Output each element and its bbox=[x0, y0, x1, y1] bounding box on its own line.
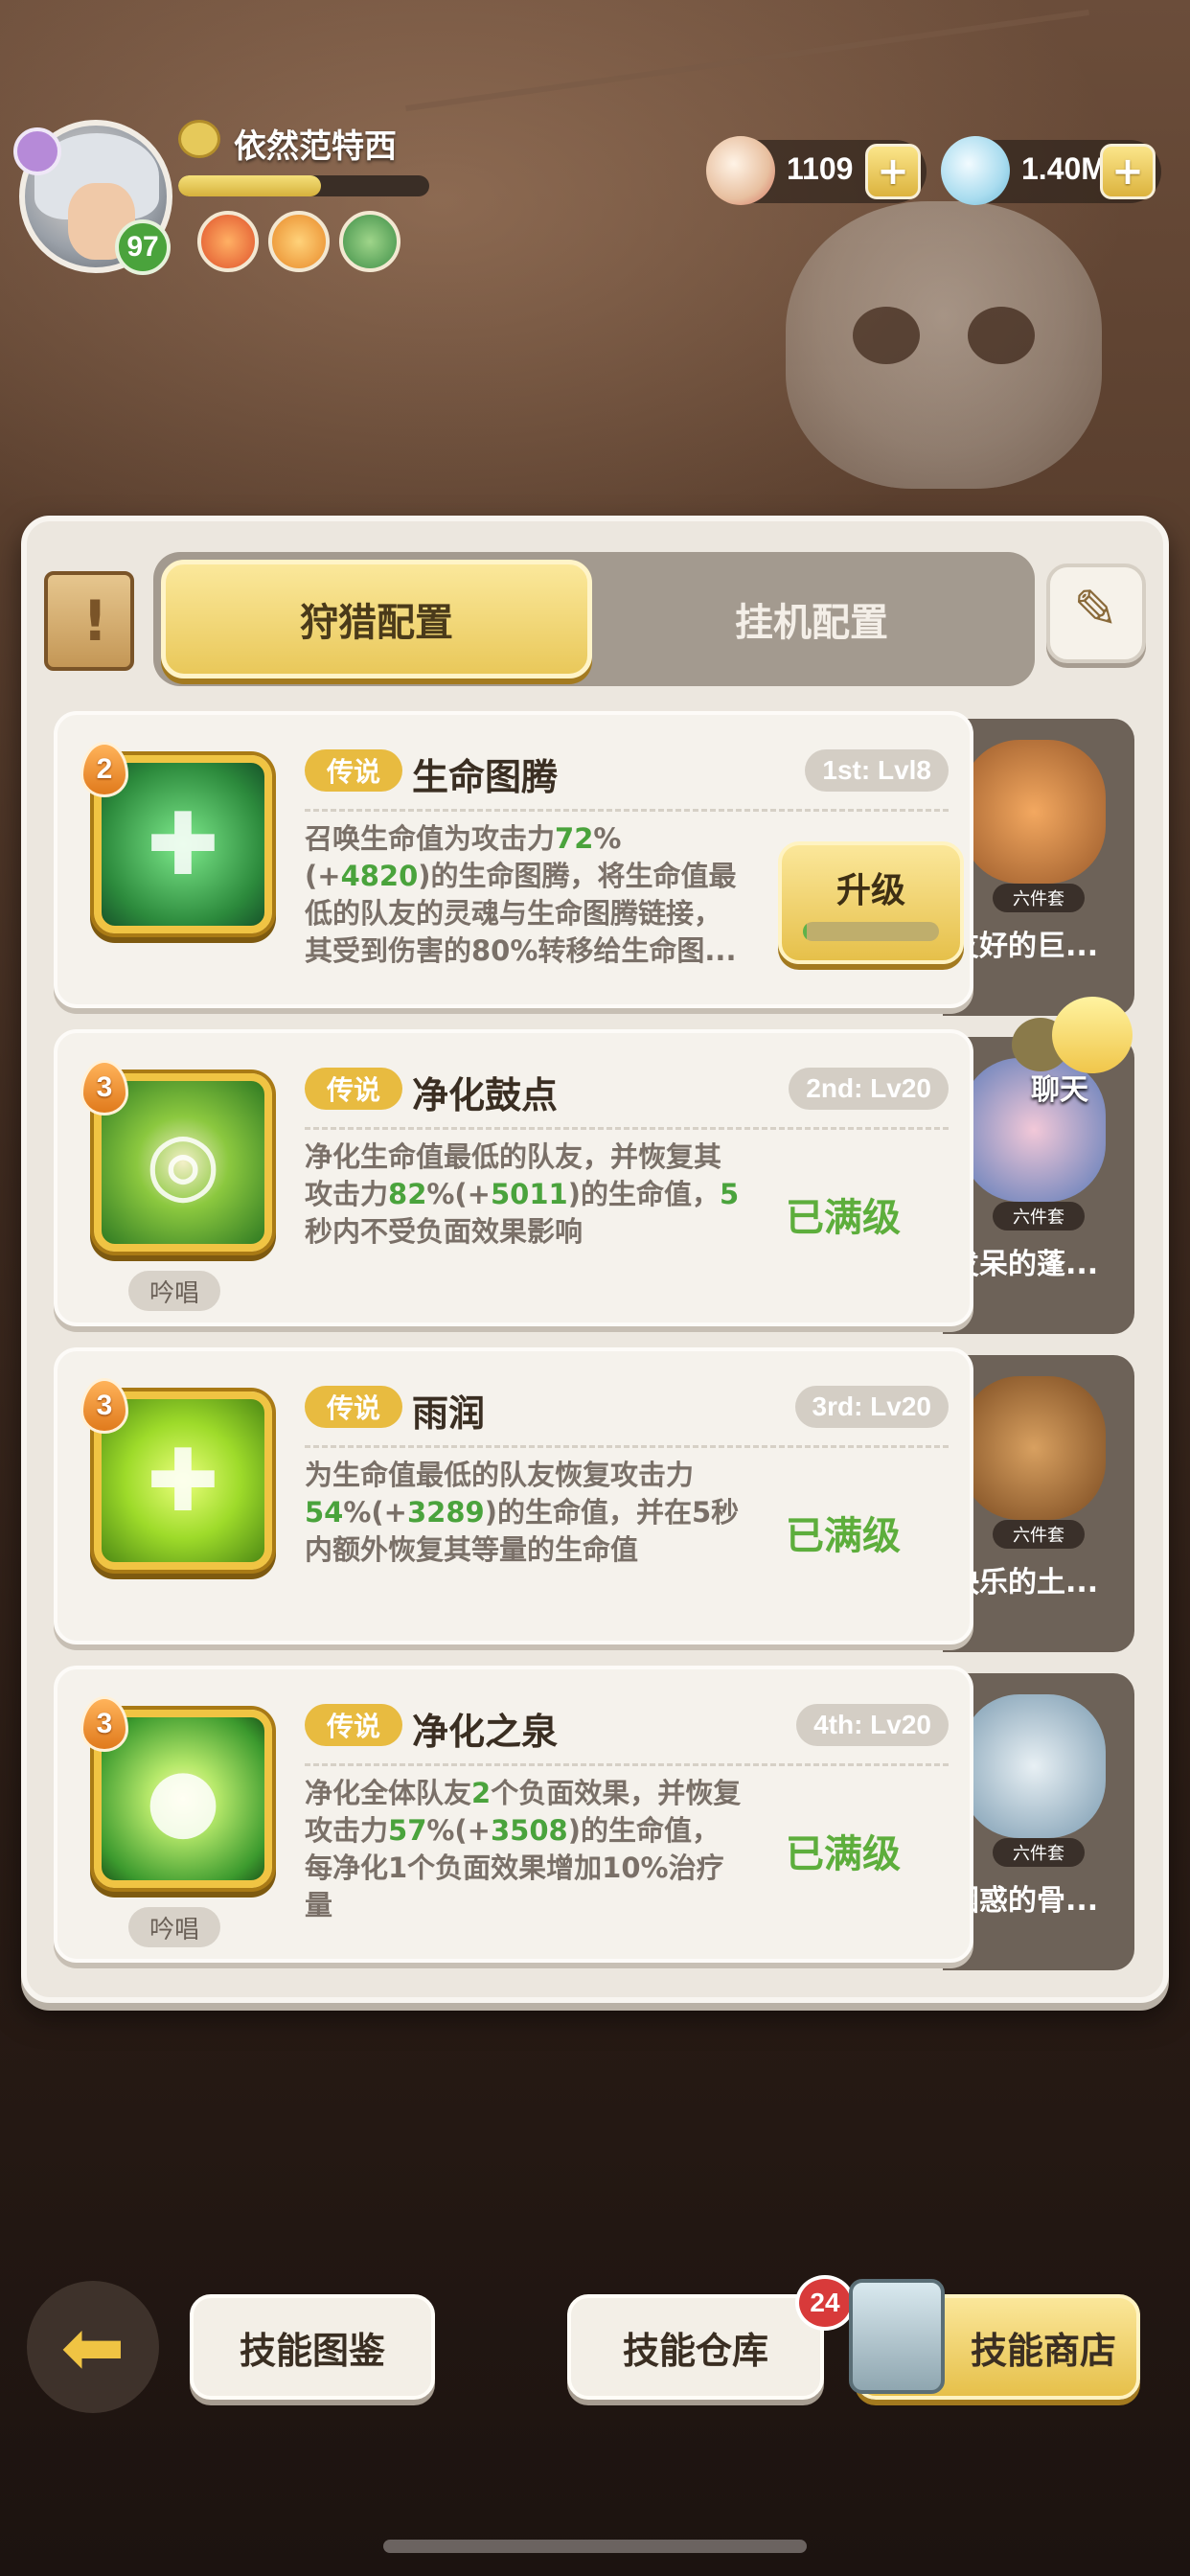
set-tag: 六件套 bbox=[993, 884, 1085, 912]
back-button[interactable]: ⬅ bbox=[27, 2281, 159, 2413]
companion-name: 困惑的骨... bbox=[950, 1884, 1099, 1918]
slot-tag: 2nd: Lv20 bbox=[789, 1068, 949, 1110]
player-name: 依然范特西 bbox=[234, 127, 397, 166]
skill-row: 六件套 友好的巨... ✚ 2 传说 生命图腾 1st: Lvl8 召唤生命值为… bbox=[54, 711, 1134, 1016]
back-arrow-icon: ⬅ bbox=[60, 2302, 126, 2392]
config-tabs: 狩猎配置 挂机配置 bbox=[153, 552, 1035, 686]
skill-card[interactable]: ✚ 2 传说 生命图腾 1st: Lvl8 召唤生命值为攻击力72%(+4820… bbox=[54, 711, 973, 1008]
chat-label: 聊天 bbox=[1031, 1073, 1088, 1107]
companion-portrait bbox=[962, 1376, 1106, 1520]
currency-shell: 1109 + bbox=[706, 136, 927, 205]
add-crystal-button[interactable]: + bbox=[1100, 144, 1156, 199]
rarity-tag: 传说 bbox=[305, 1386, 402, 1428]
skill-card[interactable]: ● 3 吟唱 传说 净化之泉 4th: Lv20 净化全体队友2个负面效果，并恢… bbox=[54, 1666, 973, 1963]
skill-config-panel: 狩猎配置 挂机配置 六件套 友好的巨... ✚ 2 传说 生命图腾 1st: L… bbox=[21, 516, 1169, 2003]
slot-tag: 3rd: Lv20 bbox=[794, 1386, 949, 1428]
upgrade-button[interactable]: 升级 bbox=[778, 841, 964, 964]
upgrade-label: 升级 bbox=[835, 871, 905, 910]
crystal-icon bbox=[941, 136, 1010, 205]
skill-description: 净化全体队友2个负面效果，并恢复攻击力57%(+3508)的生命值，每净化1个负… bbox=[305, 1777, 742, 1921]
skill-description: 召唤生命值为攻击力72%(+4820)的生命图腾，将生命值最低的队友的灵魂与生命… bbox=[305, 822, 737, 967]
fire-buff-icon[interactable] bbox=[197, 211, 259, 272]
add-shell-button[interactable]: + bbox=[865, 144, 921, 199]
slot-tag: 1st: Lvl8 bbox=[805, 749, 949, 792]
tab-hunt-config[interactable]: 狩猎配置 bbox=[161, 560, 592, 678]
chat-face-icon bbox=[1052, 997, 1133, 1073]
currency-crystal: 1.40M + bbox=[941, 136, 1161, 205]
exp-bar bbox=[178, 175, 429, 196]
companion-portrait bbox=[962, 1694, 1106, 1838]
skill-shop-button[interactable]: 技能商店 bbox=[849, 2279, 1140, 2400]
rarity-tag: 传说 bbox=[305, 1704, 402, 1746]
tab-idle-config[interactable]: 挂机配置 bbox=[596, 560, 1027, 678]
skill-level-badge: 3 bbox=[80, 1696, 128, 1752]
companion-name: 友好的巨... bbox=[950, 930, 1099, 963]
chant-tag: 吟唱 bbox=[128, 1271, 220, 1311]
skill-warehouse-button[interactable]: 技能仓库 bbox=[567, 2294, 824, 2400]
swirl-buff-icon[interactable] bbox=[268, 211, 330, 272]
maxed-label: 已满级 bbox=[786, 1196, 901, 1240]
skill-card[interactable]: ✚ 3 传说 雨润 3rd: Lv20 为生命值最低的队友恢复攻击力54%(+3… bbox=[54, 1347, 973, 1644]
companion-name: 快乐的土... bbox=[950, 1566, 1099, 1599]
skill-row: 六件套 快乐的土... ✚ 3 传说 雨润 3rd: Lv20 为生命值最低的队… bbox=[54, 1347, 1134, 1652]
skill-name: 净化鼓点 bbox=[412, 1074, 559, 1116]
rank-icon bbox=[178, 120, 220, 158]
skill-description: 为生命值最低的队友恢复攻击力54%(+3289)的生命值，并在5秒内额外恢复其等… bbox=[305, 1459, 740, 1566]
vip-badge-icon bbox=[13, 127, 61, 175]
companion-portrait bbox=[962, 740, 1106, 884]
skill-card[interactable]: ◎ 3 吟唱 传说 净化鼓点 2nd: Lv20 净化生命值最低的队友，并恢复其… bbox=[54, 1029, 973, 1326]
set-tag: 六件套 bbox=[993, 1202, 1085, 1230]
exp-bar-fill bbox=[178, 175, 322, 196]
skill-row: 六件套 困惑的骨... ● 3 吟唱 传说 净化之泉 4th: Lv20 净化全… bbox=[54, 1666, 1134, 1970]
upgrade-progress-bar bbox=[803, 922, 939, 941]
skill-row: 六件套 发呆的蓬... ◎ 3 吟唱 传说 净化鼓点 2nd: Lv20 净化生… bbox=[54, 1029, 1134, 1334]
scroll-info-icon[interactable] bbox=[44, 571, 134, 671]
skill-level-badge: 3 bbox=[80, 1060, 128, 1116]
rarity-tag: 传说 bbox=[305, 749, 402, 792]
skill-name: 雨润 bbox=[412, 1392, 486, 1435]
set-tag: 六件套 bbox=[993, 1838, 1085, 1867]
maxed-label: 已满级 bbox=[786, 1832, 901, 1876]
skill-name: 净化之泉 bbox=[412, 1711, 559, 1753]
edit-config-button[interactable] bbox=[1046, 564, 1146, 663]
chant-tag: 吟唱 bbox=[128, 1907, 220, 1947]
shop-frame-icon bbox=[849, 2279, 945, 2394]
cactus-buff-icon[interactable] bbox=[339, 211, 400, 272]
slot-tag: 4th: Lv20 bbox=[796, 1704, 949, 1746]
companion-name: 发呆的蓬... bbox=[950, 1248, 1099, 1281]
home-indicator[interactable] bbox=[383, 2540, 807, 2553]
skill-level-badge: 2 bbox=[80, 742, 128, 797]
skill-level-badge: 3 bbox=[80, 1378, 128, 1434]
shell-icon bbox=[706, 136, 775, 205]
maxed-label: 已满级 bbox=[786, 1514, 901, 1558]
skill-name: 生命图腾 bbox=[412, 756, 559, 798]
rarity-tag: 传说 bbox=[305, 1068, 402, 1110]
shell-amount: 1109 bbox=[787, 151, 854, 186]
skill-shop-label: 技能商店 bbox=[970, 2329, 1116, 2372]
skull-decoration bbox=[786, 201, 1102, 489]
player-avatar[interactable]: 97 bbox=[13, 120, 172, 275]
skill-description: 净化生命值最低的队友，并恢复其攻击力82%(+5011)的生命值，5秒内不受负面… bbox=[305, 1140, 740, 1248]
warehouse-badge: 24 bbox=[795, 2275, 855, 2331]
chat-button[interactable]: 聊天 bbox=[1012, 997, 1136, 1112]
set-tag: 六件套 bbox=[993, 1520, 1085, 1549]
crystal-amount: 1.40M bbox=[1021, 151, 1107, 186]
player-level-badge: 97 bbox=[115, 219, 171, 275]
skill-codex-button[interactable]: 技能图鉴 bbox=[190, 2294, 435, 2400]
